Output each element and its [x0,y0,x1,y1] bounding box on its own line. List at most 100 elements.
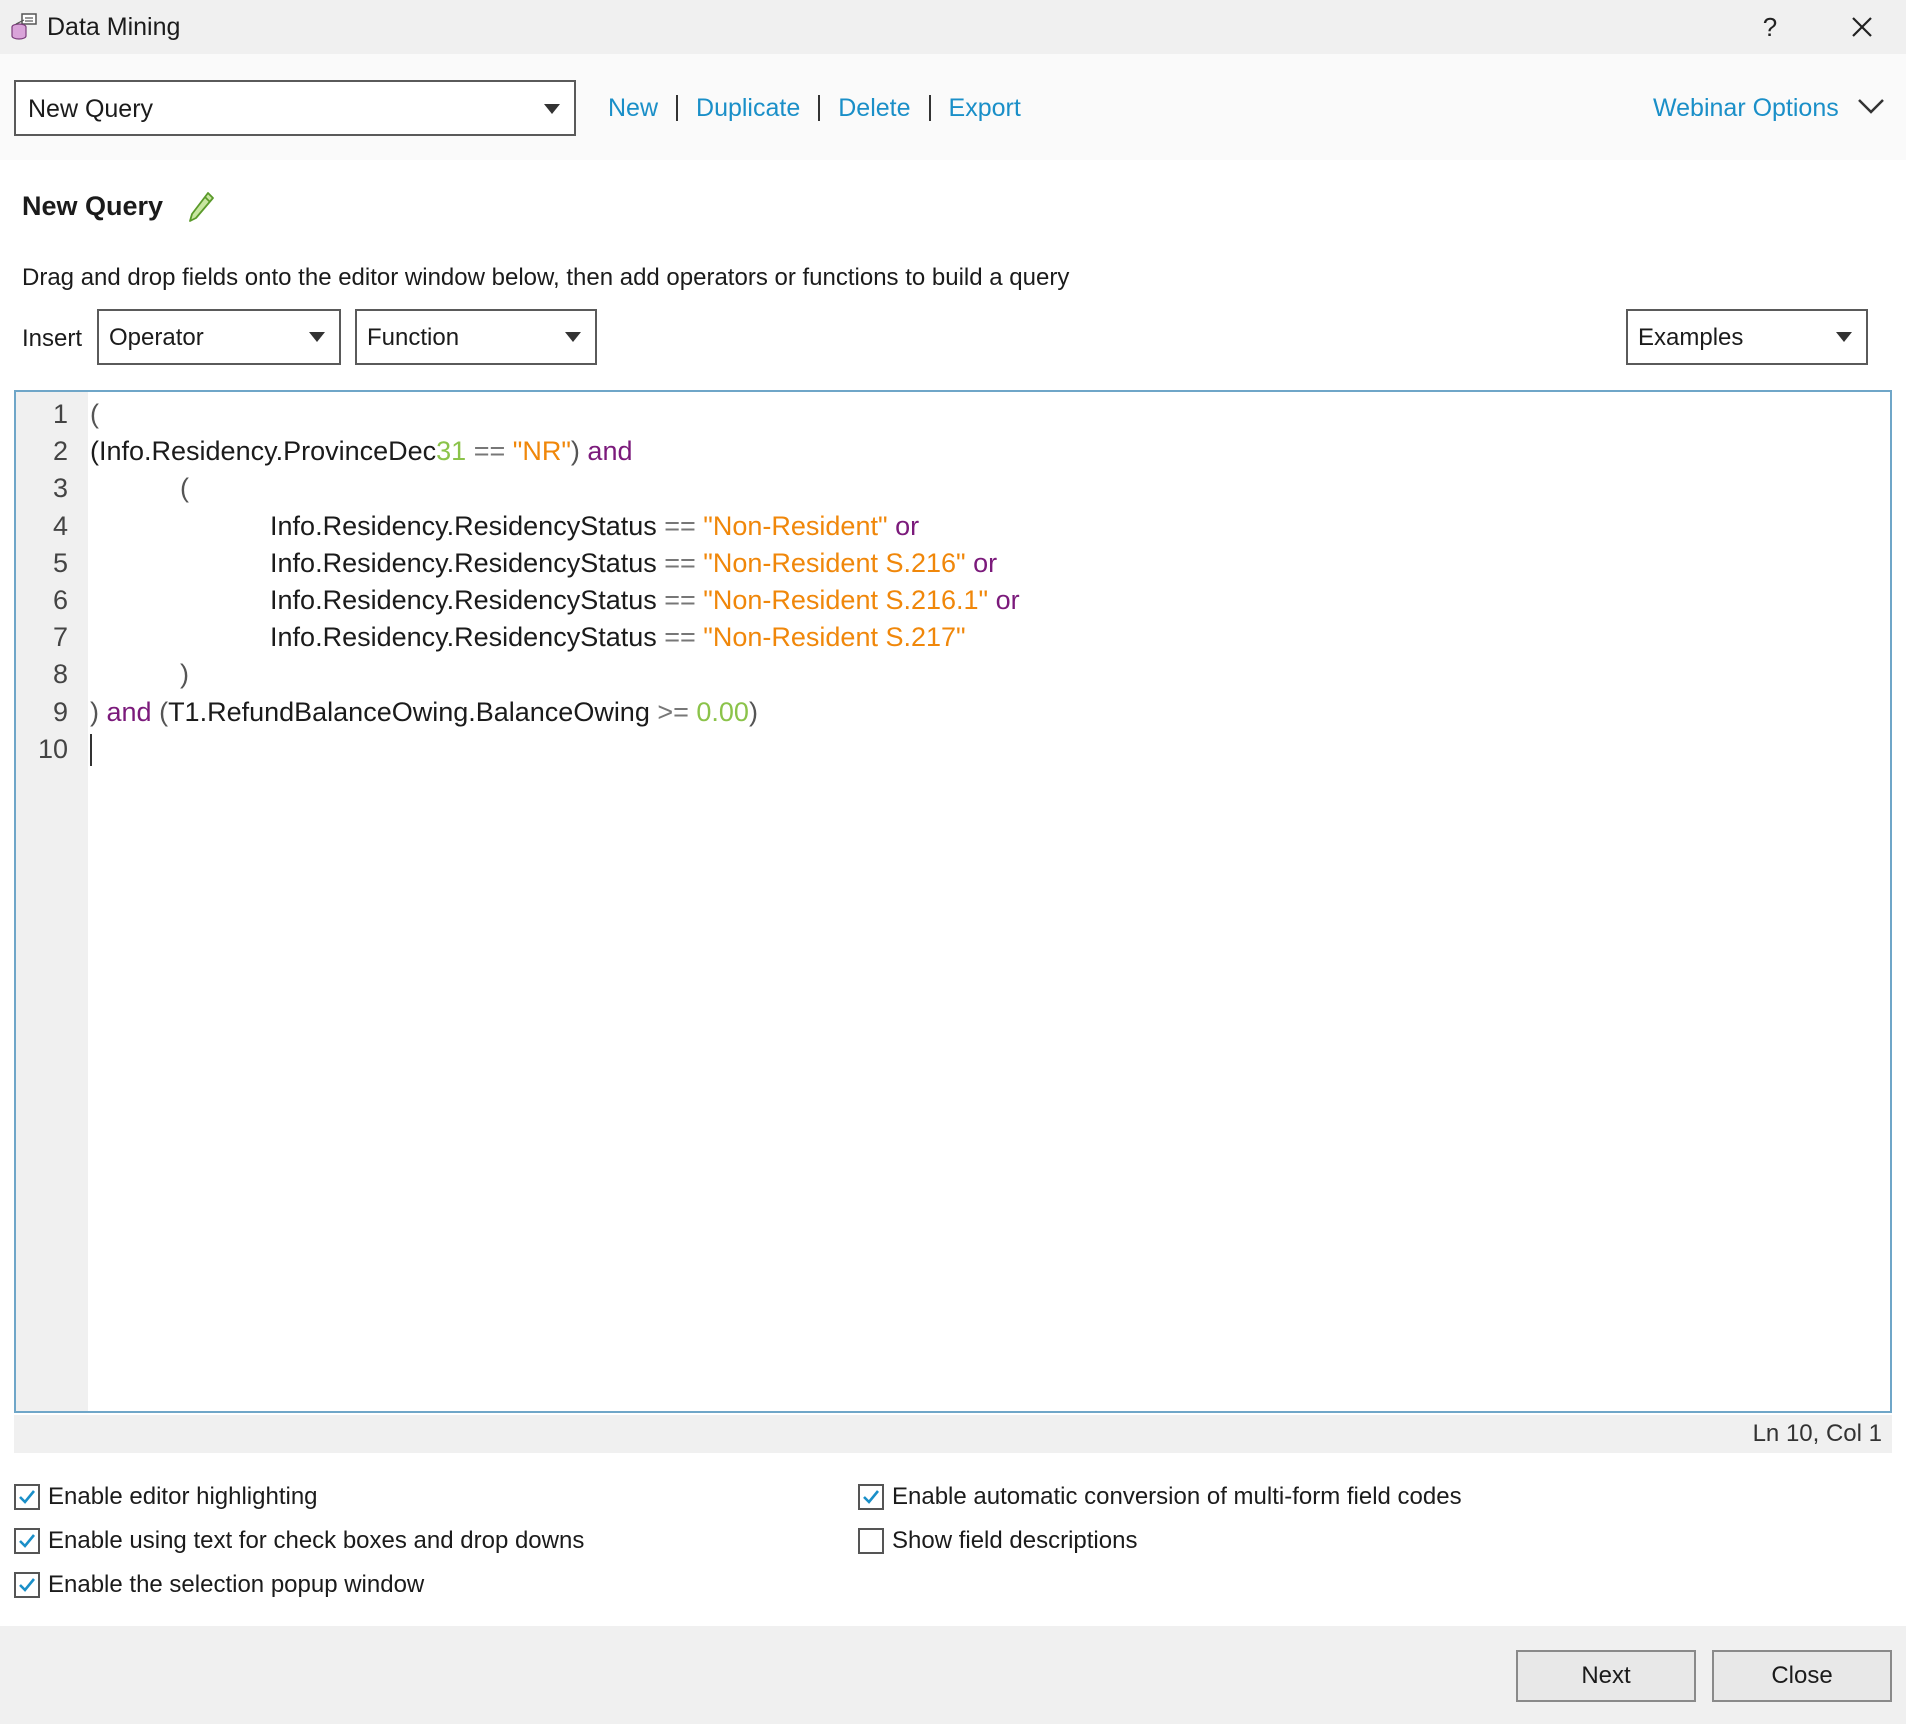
link-separator [676,95,679,121]
code-token: "Non-Resident S.216.1" [703,585,989,615]
title-bar: Data Mining ? [0,0,1906,54]
data-mining-icon [11,13,37,40]
auto-conversion-label: Enable automatic conversion of multi-for… [892,1483,1462,1510]
code-token: == [656,585,704,615]
query-select-dropdown[interactable]: New Query [14,80,576,136]
code-token: and [106,696,152,727]
webinar-options-link[interactable]: Webinar Options [1653,92,1839,124]
code-token: ) [570,436,588,467]
code-token: ( [90,473,190,504]
code-token: == [656,510,704,541]
dropdown-arrow-icon [544,104,560,114]
auto-conversion-checkbox[interactable] [858,1484,884,1510]
query-name-heading: New Query [22,191,164,221]
code-line: Info.Residency.ResidencyStatus == "Non-R… [90,508,919,545]
export-link[interactable]: Export [949,92,1021,124]
code-token: == [466,436,513,467]
code-token: and [587,436,633,467]
function-dropdown[interactable]: Function [355,309,597,365]
text-checkboxes-label: Enable using text for check boxes and dr… [48,1527,585,1554]
code-token: ) [90,659,190,690]
code-line: (Info.Residency.ProvinceDec31 == "NR") a… [90,433,632,470]
chevron-down-icon[interactable] [1856,94,1886,118]
code-token: or [887,510,920,541]
dropdown-arrow-icon [309,332,325,342]
code-token: == [656,547,704,578]
code-line: Info.Residency.ResidencyStatus == "Non-R… [90,545,997,582]
code-token: or [988,585,1020,615]
close-button[interactable]: Close [1712,1650,1892,1702]
selection-popup-label: Enable the selection popup window [48,1571,425,1598]
examples-dropdown[interactable]: Examples [1626,309,1868,365]
field-descriptions-checkbox[interactable] [858,1528,884,1554]
code-token: ) [748,696,758,727]
code-token: 31 [436,436,467,467]
checkmark-icon [19,1534,36,1548]
option-field-descriptions[interactable]: Show field descriptions [858,1526,1137,1556]
insert-label: Insert [22,325,83,352]
dropdown-arrow-icon [1836,332,1852,342]
next-button[interactable]: Next [1516,1650,1696,1702]
link-separator [928,95,931,121]
code-token: Info.Residency.ResidencyStatus [90,585,657,615]
line-number: 10 [37,733,68,764]
checkmark-icon [863,1490,880,1504]
code-token: T1.RefundBalanceOwing.BalanceOwing [168,696,650,727]
option-highlighting[interactable]: Enable editor highlighting [14,1482,318,1512]
line-number: 4 [52,510,68,541]
highlighting-label: Enable editor highlighting [48,1483,318,1510]
code-token: Info.Residency.ResidencyStatus [90,622,657,653]
delete-link[interactable]: Delete [838,92,910,124]
line-number: 8 [52,659,68,690]
line-number: 7 [52,622,68,653]
text-checkboxes-checkbox[interactable] [14,1528,40,1554]
code-token: ( [90,399,99,429]
code-token: Info.Residency.ResidencyStatus [90,547,657,578]
line-number: 9 [52,696,68,727]
code-line: ( [90,470,189,507]
examples-dropdown-value: Examples [1638,324,1744,351]
code-token: "Non-Resident" [703,510,888,541]
highlighting-checkbox[interactable] [14,1484,40,1510]
pencil-icon[interactable] [186,190,216,224]
code-token: "Non-Resident S.217" [703,622,966,653]
code-token: == [656,622,704,653]
query-toolbar: New Query New Duplicate Delete Export We… [0,54,1906,160]
help-button[interactable]: ? [1748,8,1792,46]
code-line: Info.Residency.ResidencyStatus == "Non-R… [90,582,1020,619]
link-separator [818,95,821,121]
line-number: 6 [52,585,68,615]
option-text-checkboxes[interactable]: Enable using text for check boxes and dr… [14,1526,584,1556]
cursor-position: Ln 10, Col 1 [1752,1420,1882,1447]
option-selection-popup[interactable]: Enable the selection popup window [14,1570,424,1600]
duplicate-link[interactable]: Duplicate [696,92,800,124]
operator-dropdown[interactable]: Operator [97,309,341,365]
option-auto-conversion[interactable]: Enable automatic conversion of multi-for… [858,1482,1462,1512]
field-descriptions-label: Show field descriptions [892,1527,1138,1554]
dialog-footer: Next Close [0,1626,1906,1724]
query-actions: New Duplicate Delete Export [608,92,1021,124]
code-token: >= [649,696,697,727]
checkmark-icon [19,1490,36,1504]
text-cursor [90,734,92,766]
code-line: ( [90,396,99,433]
window-title: Data Mining [47,13,181,41]
code-token: ) [90,696,107,727]
code-token: Info.Residency.ResidencyStatus [90,510,657,541]
query-editor[interactable]: 1 2 3 4 5 6 7 8 9 10 ((Info.Residency.ProvinceDec… [14,390,1892,1413]
line-number-gutter: 1 2 3 4 5 6 7 8 9 10 [16,392,88,1411]
new-link[interactable]: New [608,92,658,124]
close-icon[interactable] [1840,8,1884,46]
dropdown-arrow-icon [565,332,581,342]
code-token: ( [151,696,169,727]
function-dropdown-value: Function [367,324,460,351]
line-number: 1 [52,399,68,429]
line-number: 2 [52,436,68,467]
code-token: "Non-Resident S.216" [703,547,966,578]
line-number: 5 [52,547,68,578]
code-token: (Info.Residency.ProvinceDec [90,436,437,467]
selection-popup-checkbox[interactable] [14,1572,40,1598]
query-select-value: New Query [28,95,154,123]
code-line: Info.Residency.ResidencyStatus == "Non-R… [90,619,966,656]
operator-dropdown-value: Operator [109,324,204,351]
